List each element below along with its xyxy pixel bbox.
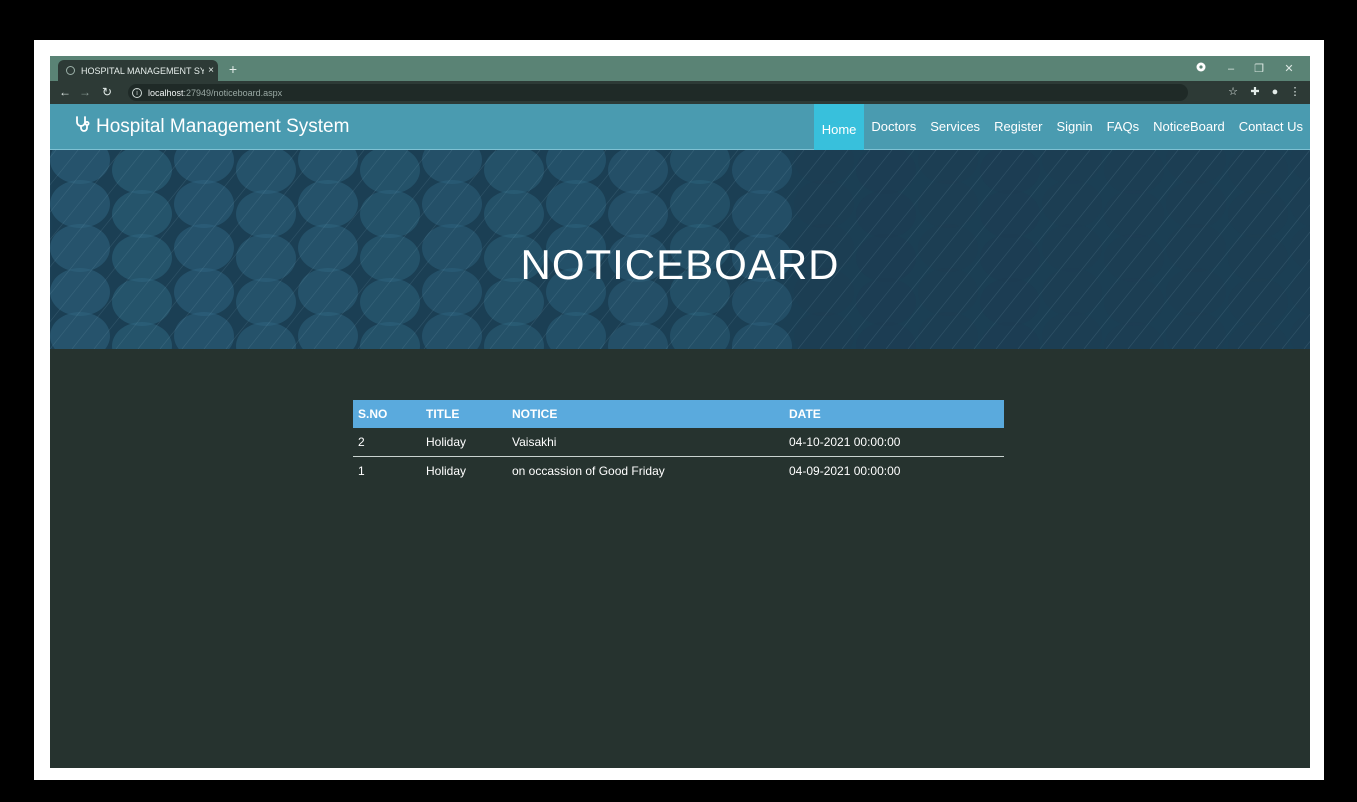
site-brand[interactable]: Hospital Management System	[74, 104, 349, 150]
back-arrow-icon[interactable]: ←	[56, 83, 74, 101]
page-title: NOTICEBOARD	[520, 241, 840, 288]
globe-icon	[66, 66, 75, 75]
reload-icon[interactable]: ↻	[98, 83, 116, 101]
hero-banner: NOTICEBOARD	[50, 150, 1310, 349]
address-toolbar: ← → ↻ i localhost:27949/noticeboard.aspx…	[50, 81, 1310, 104]
nav-signin[interactable]: Signin	[1049, 104, 1099, 150]
nav-faqs[interactable]: FAQs	[1100, 104, 1147, 150]
profile-icon[interactable]: ●	[1266, 83, 1284, 101]
puzzle-extension-icon[interactable]: ✚	[1246, 83, 1264, 101]
nav-register[interactable]: Register	[987, 104, 1049, 150]
cell-notice: Vaisakhi	[507, 428, 784, 457]
nav-home[interactable]: Home	[813, 104, 865, 150]
address-bar[interactable]: i localhost:27949/noticeboard.aspx	[128, 84, 1188, 101]
tab-close-icon[interactable]: ×	[204, 65, 218, 76]
tab-strip: HOSPITAL MANAGEMENT SYSTE × + – ❐ ✕	[50, 56, 1310, 81]
cell-sno: 1	[358, 464, 365, 478]
restore-icon[interactable]: ❐	[1248, 60, 1270, 78]
tab-title: HOSPITAL MANAGEMENT SYSTE	[81, 65, 204, 76]
column-header: DATE	[784, 400, 1004, 428]
cell-date: 04-10-2021 00:00:00	[784, 428, 1004, 457]
column-header: NOTICE	[507, 400, 784, 428]
extensions-circle-icon[interactable]	[1190, 60, 1212, 78]
column-header: S.NO	[353, 400, 421, 428]
main-menu: Home Doctors Services Register Signin FA…	[813, 104, 1310, 150]
cell-sno: 2	[353, 428, 421, 457]
close-window-icon[interactable]: ✕	[1278, 60, 1300, 78]
minimize-icon[interactable]: –	[1220, 60, 1242, 78]
cell-notice: on occassion of Good Friday	[512, 464, 665, 478]
site-navbar: Hospital Management System Home Doctors …	[50, 104, 1310, 150]
nav-doctors[interactable]: Doctors	[864, 104, 923, 150]
notice-table: S.NO TITLE NOTICE DATE 2 Holiday Vaisakh…	[353, 400, 1004, 485]
nav-services[interactable]: Services	[923, 104, 987, 150]
info-icon[interactable]: i	[132, 87, 142, 98]
address-host: localhost	[148, 87, 184, 98]
table-row: 1 Holiday on occassion of Good Friday 04…	[353, 457, 1004, 486]
stethoscope-icon	[74, 105, 92, 149]
brand-name: Hospital Management System	[96, 116, 350, 137]
nav-noticeboard[interactable]: NoticeBoard	[1146, 104, 1232, 150]
browser-tab[interactable]: HOSPITAL MANAGEMENT SYSTE ×	[58, 60, 218, 81]
cell-title: Holiday	[421, 428, 507, 457]
bookmark-star-icon[interactable]: ☆	[1224, 83, 1242, 101]
nav-contact-us[interactable]: Contact Us	[1232, 104, 1310, 150]
browser-window: HOSPITAL MANAGEMENT SYSTE × + – ❐ ✕ ← → …	[50, 56, 1310, 768]
cell-date: 04-09-2021 00:00:00	[789, 464, 901, 478]
address-path: :27949/noticeboard.aspx	[183, 87, 283, 98]
new-tab-button[interactable]: +	[224, 60, 242, 78]
table-header-row: S.NO TITLE NOTICE DATE	[353, 400, 1004, 428]
table-row: 2 Holiday Vaisakhi 04-10-2021 00:00:00	[353, 428, 1004, 457]
forward-arrow-icon[interactable]: →	[76, 83, 94, 101]
column-header: TITLE	[421, 400, 507, 428]
cell-title: Holiday	[426, 464, 467, 478]
kebab-menu-icon[interactable]: ⋮	[1286, 83, 1304, 101]
